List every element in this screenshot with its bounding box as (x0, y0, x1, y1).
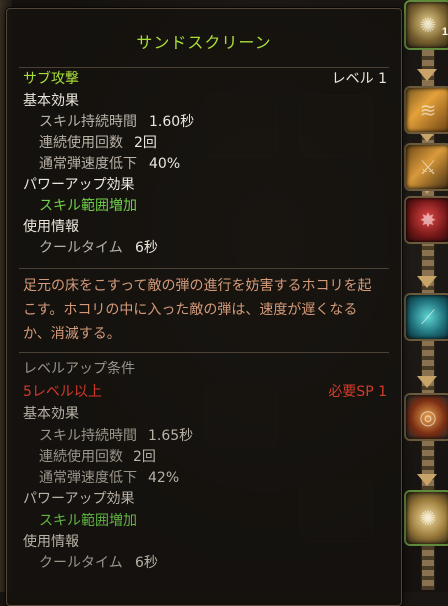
stat-label: スキル持続時間 (39, 114, 137, 130)
skill-title: サンドスクリーン (136, 33, 272, 52)
cooldown-label: クールタイム (39, 555, 123, 571)
stat-label: 連続使用回数 (39, 449, 123, 465)
sand-swirl-icon: ✺ (419, 506, 437, 530)
stat-label: 通常弾速度低下 (39, 156, 137, 172)
stat-label: スキル持続時間 (39, 428, 137, 444)
divider (19, 268, 389, 269)
down-arrow-icon (417, 376, 437, 388)
stat-label: 連続使用回数 (39, 135, 123, 151)
skill-level: レベル 1 (331, 71, 387, 87)
claw-icon: ✸ (419, 208, 437, 232)
skill-node-level: 1 (441, 26, 448, 38)
cooldown-label: クールタイム (39, 240, 123, 256)
usage-header: 使用情報 (23, 219, 79, 235)
divider (19, 352, 389, 353)
stat-value: 42% (148, 470, 180, 486)
levelup-requirement-row: 5レベル以上 必要SP 1 (23, 382, 387, 402)
sp-requirement: 必要SP 1 (328, 384, 387, 400)
stat-value: 2回 (133, 449, 156, 465)
slash-icon: ⟋ (421, 305, 435, 329)
skill-type: サブ攻撃 (23, 71, 79, 87)
usage-header: 使用情報 (23, 534, 79, 550)
sand-swirl-icon: ✺ (419, 13, 437, 37)
powerup-item: スキル範囲増加 (39, 513, 137, 529)
skill-description: 足元の床をこすって敵の弾の進行を妨害するホコリを起こす。ホコリの中に入った敵の弾… (23, 278, 372, 342)
powerup-item: スキル範囲増加 (39, 198, 137, 214)
basic-effect-header: 基本効果 (23, 93, 79, 109)
divider (19, 67, 389, 68)
basic-effect-header: 基本効果 (23, 406, 79, 422)
skill-tooltip: サンドスクリーン サブ攻撃 レベル 1 基本効果 スキル持続時間 1.60秒 連… (6, 8, 402, 606)
skill-type-row: サブ攻撃 レベル 1 (23, 69, 387, 89)
stat-value: 1.60秒 (149, 114, 195, 130)
skill-node[interactable]: ≋ (404, 86, 448, 134)
powerup-header: パワーアップ効果 (23, 177, 135, 193)
skill-node[interactable]: ⚔ (404, 143, 448, 191)
skill-node[interactable]: ◎ (404, 393, 448, 441)
cooldown-value: 6秒 (135, 240, 158, 256)
skill-node[interactable]: ✸ (404, 196, 448, 244)
target-icon: ◎ (419, 405, 437, 429)
stat-value: 1.65秒 (148, 428, 194, 444)
down-arrow-icon (417, 474, 437, 486)
stat-label: 通常弾速度低下 (39, 470, 137, 486)
weapon-icon: ⚔ (419, 155, 437, 179)
stat-value: 2回 (134, 135, 157, 151)
levelup-header: レベルアップ条件 (23, 361, 135, 377)
down-arrow-icon (417, 276, 437, 288)
skill-node[interactable]: ⟋ (404, 293, 448, 341)
level-requirement: 5レベル以上 (23, 384, 102, 400)
cooldown-value: 6秒 (135, 555, 158, 571)
stat-value: 40% (149, 156, 181, 172)
powerup-header: パワーアップ効果 (23, 491, 135, 507)
skill-node[interactable]: ✺ (404, 490, 448, 546)
down-arrow-icon (417, 69, 437, 81)
blades-icon: ≋ (419, 98, 437, 122)
skill-node-sandscreen[interactable]: ✺ 1 (404, 0, 448, 50)
